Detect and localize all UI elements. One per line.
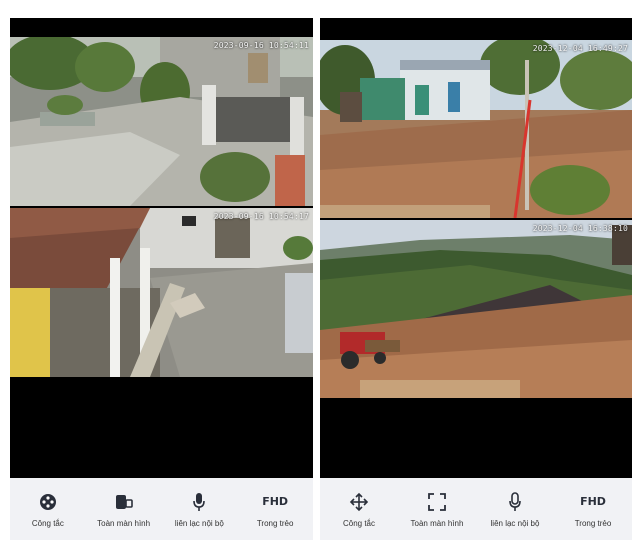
quality-button[interactable]: FHD Trong trẻo — [240, 491, 310, 528]
move-arrows-icon — [349, 491, 369, 513]
quality-button[interactable]: FHD Trong trẻo — [558, 491, 628, 528]
power-switch-icon — [39, 491, 57, 513]
fullscreen-phone-icon — [114, 491, 134, 513]
fhd-text-icon: FHD — [262, 495, 289, 508]
move-button[interactable]: Công tắc — [324, 491, 394, 528]
camera-feed-hills[interactable]: 2023-12-04 16:38:10 — [320, 220, 632, 398]
camera-timestamp: 2023-09-16 10:54:11 — [213, 41, 309, 50]
camera-feed-farm[interactable]: 2023-12-04 16:49:27 — [320, 40, 632, 218]
tool-label: Toàn màn hình — [97, 518, 151, 528]
camera-toolbar: Công tắc Toàn màn hình liên lạc nội bộ F… — [10, 478, 313, 540]
left-phone-screen: 2023-09-16 10:54:11 2023-09-16 10:54:17 — [10, 18, 313, 540]
tool-label: Trong trẻo — [256, 518, 294, 528]
camera-timestamp: 2023-12-04 16:49:27 — [532, 44, 628, 53]
intercom-button[interactable]: liên lạc nội bộ — [164, 491, 234, 528]
tool-label: Trong trẻo — [574, 518, 612, 528]
fullscreen-button[interactable]: Toàn màn hình — [402, 491, 472, 528]
microphone-icon — [508, 491, 522, 513]
fullscreen-corners-icon — [428, 491, 446, 513]
camera-toolbar: Công tắc Toàn màn hình liên lạc nội bộ F… — [320, 478, 632, 540]
tool-label: Toàn màn hình — [410, 518, 464, 528]
microphone-icon — [192, 491, 206, 513]
right-phone-screen: 2023-12-04 16:49:27 2023-12-04 16:38:10 — [320, 18, 632, 540]
camera-feed-house[interactable]: 2023-09-16 10:54:17 — [10, 208, 313, 377]
camera-timestamp: 2023-09-16 10:54:17 — [213, 212, 309, 221]
tool-label: liên lạc nội bộ — [490, 518, 540, 528]
power-switch-button[interactable]: Công tắc — [13, 491, 83, 528]
tool-label: liên lạc nội bộ — [174, 518, 224, 528]
camera-feed-courtyard[interactable]: 2023-09-16 10:54:11 — [10, 37, 313, 206]
tool-label: Công tắc — [31, 518, 64, 528]
fhd-text-icon: FHD — [580, 495, 606, 508]
intercom-button[interactable]: liên lạc nội bộ — [480, 491, 550, 528]
tool-label: Công tắc — [342, 518, 376, 528]
fullscreen-button[interactable]: Toàn màn hình — [89, 491, 159, 528]
camera-timestamp: 2023-12-04 16:38:10 — [532, 224, 628, 233]
